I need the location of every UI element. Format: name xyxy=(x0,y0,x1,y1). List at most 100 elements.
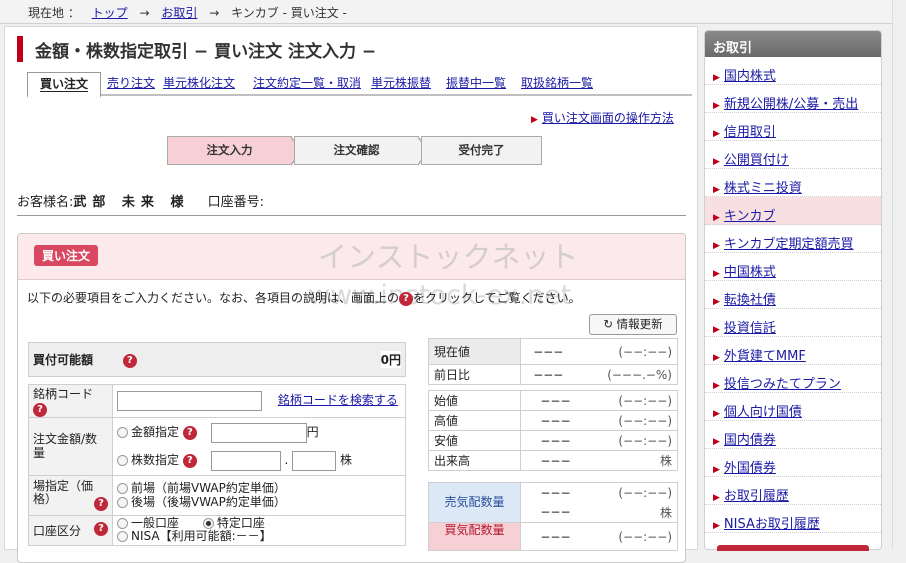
amount-input[interactable] xyxy=(210,422,307,443)
refresh-button[interactable]: ↻ 情報更新 xyxy=(589,314,677,335)
sidebar-item-link[interactable]: 中国株式 xyxy=(724,265,776,280)
amount-radio[interactable] xyxy=(117,427,128,438)
sidebar-item[interactable]: ▶ 投信つみたてプラン xyxy=(705,365,881,393)
nisa-radio[interactable] xyxy=(117,531,128,542)
breadcrumb-arrow: → xyxy=(209,6,220,20)
change-label: 前日比 xyxy=(428,364,521,385)
stock-code-input[interactable] xyxy=(117,390,262,411)
sidebar-item-link[interactable]: 公開買付け xyxy=(724,153,789,168)
tab-buy-order[interactable]: 買い注文 xyxy=(27,72,101,98)
sidebar-item[interactable]: ▶ 中国株式 xyxy=(705,253,881,281)
step-complete: 受付完了 xyxy=(421,136,542,165)
step-input: 注文入力 xyxy=(167,136,303,166)
order-header: 買い注文 インストックネット xyxy=(18,234,685,280)
triangle-icon: ▶ xyxy=(713,185,720,195)
sidebar-item[interactable]: ▶ 外国債券 xyxy=(705,449,881,477)
triangle-icon: ▶ xyxy=(713,73,720,83)
sidebar-item-link[interactable]: 転換社債 xyxy=(724,293,776,308)
help-link-row: ▶ 買い注文画面の操作方法 xyxy=(531,109,674,126)
order-tabs: 買い注文 売り注文 単元株化注文 注文約定一覧・取消 単元株振替 振替中一覧 取… xyxy=(27,72,692,98)
sidebar-item[interactable]: ▶ 個人向け国債 xyxy=(705,393,881,421)
general-account-radio[interactable] xyxy=(117,518,128,529)
volume-label: 出来高 xyxy=(428,450,521,471)
help-icon[interactable]: ? xyxy=(182,453,197,468)
triangle-icon: ▶ xyxy=(531,115,538,125)
tab-transfer-list[interactable]: 振替中一覧 xyxy=(446,72,506,96)
sidebar-item[interactable]: ▶ 国内株式 xyxy=(705,57,881,85)
sidebar-item[interactable]: ▶ お取引履歴 xyxy=(705,477,881,505)
sidebar-item-link[interactable]: 外貨建てMMF xyxy=(724,349,806,364)
scrollbar[interactable] xyxy=(892,0,906,550)
title-accent-bar xyxy=(17,36,23,62)
triangle-icon: ▶ xyxy=(713,157,720,167)
shares-fraction-input[interactable] xyxy=(292,450,337,471)
breadcrumb-arrow: → xyxy=(139,6,150,20)
triangle-icon: ▶ xyxy=(713,101,720,111)
buy-power-label: 買付可能額 xyxy=(33,353,94,367)
sidebar-item-link[interactable]: キンカブ xyxy=(724,209,776,224)
sidebar-next-section xyxy=(717,545,869,551)
sidebar-item-link[interactable]: キンカブ定期定額売買 xyxy=(724,237,854,252)
sidebar-title: お取引 xyxy=(705,31,881,57)
sidebar-item-link[interactable]: 投資信託 xyxy=(724,321,776,336)
breadcrumb-section-link[interactable]: お取引 xyxy=(161,6,197,20)
shares-input[interactable] xyxy=(210,450,281,471)
sidebar-item[interactable]: ▶ 投資信託 xyxy=(705,309,881,337)
sidebar-item-link[interactable]: 外国債券 xyxy=(724,461,776,476)
market-label-cell: 場指定（価格） ? xyxy=(28,474,113,516)
morning-radio[interactable] xyxy=(117,483,128,494)
sidebar-item[interactable]: ▶ 転換社債 xyxy=(705,281,881,309)
customer-info: お客様名:武部 未来 様 口座番号: xyxy=(17,191,264,210)
sidebar-item[interactable]: ▶ 国内債券 xyxy=(705,421,881,449)
tab-sell-order[interactable]: 売り注文 xyxy=(107,72,155,96)
help-icon[interactable]: ? xyxy=(94,521,108,536)
tab-stock-list[interactable]: 取扱銘柄一覧 xyxy=(521,72,593,96)
page-title-text: 金額・株数指定取引 − 買い注文 注文入力 − xyxy=(35,41,377,62)
help-icon[interactable]: ? xyxy=(33,402,47,417)
sidebar-item-link[interactable]: NISAお取引履歴 xyxy=(724,517,820,532)
sidebar-item[interactable]: ▶ キンカブ定期定額売買 xyxy=(705,225,881,253)
sidebar-item-link[interactable]: 個人向け国債 xyxy=(724,405,802,420)
main-panel: 金額・株数指定取引 − 買い注文 注文入力 − 買い注文 売り注文 単元株化注文… xyxy=(4,26,698,563)
code-search-link[interactable]: 銘柄コードを検索する xyxy=(278,393,398,407)
sidebar: お取引 ▶ 国内株式 ▶ 新規公開株/公募・売出 ▶ 信用取引 ▶ 公開買付け ▶ 株式ミニ投資 ▶… xyxy=(704,30,882,551)
sidebar-item[interactable]: ▶ 株式ミニ投資 xyxy=(705,169,881,197)
tab-order-list[interactable]: 注文約定一覧・取消 xyxy=(253,72,361,96)
help-icon[interactable]: ? xyxy=(122,353,137,368)
help-link[interactable]: 買い注文画面の操作方法 xyxy=(542,111,674,125)
low-label: 安値 xyxy=(428,430,521,451)
sidebar-item[interactable]: ▶ 公開買付け xyxy=(705,141,881,169)
afternoon-radio[interactable] xyxy=(117,497,128,508)
watermark: インストックネット xyxy=(318,240,579,274)
triangle-icon: ▶ xyxy=(713,493,720,503)
sidebar-item-link[interactable]: 信用取引 xyxy=(724,125,776,140)
specific-account-radio[interactable] xyxy=(202,518,214,529)
help-icon[interactable]: ? xyxy=(182,425,197,440)
sidebar-item[interactable]: ▶ 新規公開株/公募・売出 xyxy=(705,85,881,113)
sidebar-item[interactable]: ▶ NISAお取引履歴 xyxy=(705,505,881,533)
sidebar-item-link[interactable]: 国内債券 xyxy=(724,433,776,448)
customer-name: 武部 未来 様 xyxy=(73,195,190,210)
sidebar-item-link[interactable]: 投信つみたてプラン xyxy=(724,377,841,392)
triangle-icon: ▶ xyxy=(713,269,720,279)
tab-unit-conversion[interactable]: 単元株化注文 xyxy=(163,72,235,96)
order-input-table: 買付可能額 ? 0円 銘柄コード ? 銘柄コードを検索する 注文金額/数量 金額… xyxy=(28,342,406,546)
sidebar-item[interactable]: ▶ キンカブ xyxy=(705,197,881,225)
sidebar-item-link[interactable]: 新規公開株/公募・売出 xyxy=(724,97,858,112)
sidebar-item-link[interactable]: 株式ミニ投資 xyxy=(724,181,802,196)
triangle-icon: ▶ xyxy=(713,297,720,307)
shares-radio[interactable] xyxy=(117,455,128,466)
sidebar-item[interactable]: ▶ 外貨建てMMF xyxy=(705,337,881,365)
sidebar-item[interactable]: ▶ 信用取引 xyxy=(705,113,881,141)
page-title: 金額・株数指定取引 − 買い注文 注文入力 − xyxy=(17,35,376,63)
tab-unit-transfer[interactable]: 単元株振替 xyxy=(371,72,431,96)
triangle-icon: ▶ xyxy=(713,241,720,251)
quote-table: 現在値 −−− (−−:−−) 前日比 −−− (−−−.−%) 始値 −−− (−−:−−… xyxy=(428,338,678,551)
triangle-icon: ▶ xyxy=(713,353,720,363)
sidebar-item-link[interactable]: 国内株式 xyxy=(724,69,776,84)
sidebar-item-link[interactable]: お取引履歴 xyxy=(724,489,789,504)
divider xyxy=(17,215,686,216)
instructions: 以下の必要項目をご入力ください。なお、各項目の説明は、画面上の? をクリックしてご… xyxy=(27,291,581,306)
help-icon[interactable]: ? xyxy=(94,496,108,511)
breadcrumb-home-link[interactable]: トップ xyxy=(92,6,128,20)
